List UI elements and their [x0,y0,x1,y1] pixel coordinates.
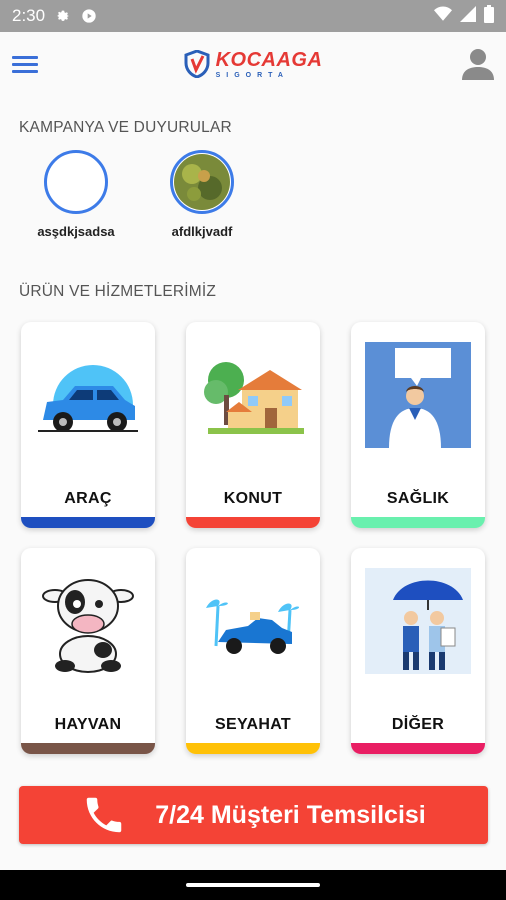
story-thumbnail [44,150,108,214]
app-bar: KOCAAGA SIGORTA [0,32,506,96]
product-color-bar [21,517,155,528]
customer-representative-button[interactable]: 7/24 Müşteri Temsilcisi [19,786,488,844]
product-color-bar [21,743,155,754]
story-label: asşdkjsadsa [37,224,115,239]
travel-car-illustration [198,566,308,676]
kocaaga-logo: KOCAAGA SIGORTA [184,50,323,79]
story-label: afdlkjvadf [171,224,233,239]
house-illustration [198,340,308,450]
product-label: SEYAHAT [215,716,291,733]
settings-icon [55,8,71,24]
product-label: SAĞLIK [386,490,450,507]
product-color-bar [351,743,485,754]
product-card-diger[interactable]: DİĞER [351,548,485,754]
insurance-people-illustration [363,566,473,676]
cta-label: 7/24 Müşteri Temsilcisi [155,800,426,829]
products-section-title: ÜRÜN VE HİZMETLERİMİZ [19,283,217,300]
story-thumbnail [170,150,234,214]
product-color-bar [186,517,320,528]
doctor-illustration [363,340,473,450]
campaigns-section-title: KAMPANYA VE DUYURULAR [19,119,232,136]
shield-logo-icon [184,50,210,78]
logo-sub-text: SIGORTA [215,71,289,79]
signal-icon [460,5,476,27]
cow-illustration [33,566,143,676]
product-card-arac[interactable]: ARAÇ [21,322,155,528]
play-protect-icon [81,8,97,24]
system-navigation-bar [0,870,506,900]
product-card-konut[interactable]: KONUT [186,322,320,528]
product-color-bar [186,743,320,754]
wifi-icon [434,6,452,27]
product-card-seyahat[interactable]: SEYAHAT [186,548,320,754]
product-color-bar [351,517,485,528]
product-card-saglik[interactable]: SAĞLIK [351,322,485,528]
home-gesture-handle[interactable] [186,883,320,887]
status-time: 2:30 [12,6,46,25]
product-label: KONUT [223,490,283,507]
product-card-hayvan[interactable]: HAYVAN [21,548,155,754]
status-bar: 2:30 [0,0,506,32]
hamburger-menu-icon[interactable] [12,52,38,76]
product-label: HAYVAN [54,716,122,733]
campaign-story-2[interactable]: afdlkjvadf [152,150,252,239]
profile-icon[interactable] [460,46,496,82]
campaign-story-1[interactable]: asşdkjsadsa [26,150,126,239]
product-label: ARAÇ [64,490,112,507]
car-illustration [33,340,143,450]
phone-icon [81,792,127,838]
battery-icon [484,4,494,28]
logo-main-text: KOCAAGA [215,48,323,71]
product-label: DİĞER [391,716,445,733]
